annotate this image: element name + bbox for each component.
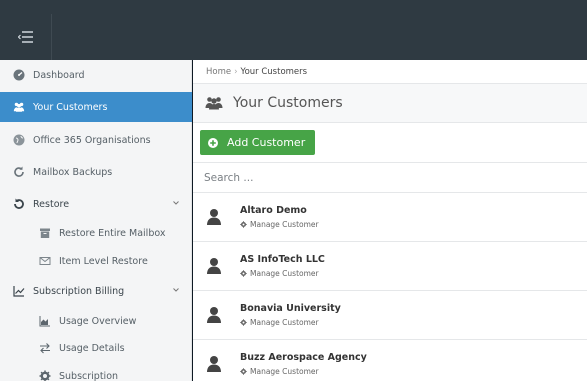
sidebar-item-dashboard[interactable]: Dashboard <box>0 60 192 90</box>
menu-collapse-icon[interactable] <box>0 14 52 60</box>
customer-row[interactable]: AS InfoTech LLC Manage Customer <box>193 242 587 291</box>
archive-icon <box>39 227 51 239</box>
sidebar-item-label: Restore <box>33 198 70 210</box>
sidebar-item-label: Restore Entire Mailbox <box>59 227 166 239</box>
sidebar-item-restore[interactable]: Restore <box>0 189 192 219</box>
gear-icon <box>39 370 51 381</box>
globe-icon <box>13 134 25 146</box>
sidebar-item-label: Subscription <box>59 370 119 381</box>
exchange-icon <box>39 342 51 354</box>
main-content: Home › Your Customers Your Customers Add C… <box>193 60 587 381</box>
manage-customer-link[interactable]: Manage Customer <box>240 318 319 327</box>
manage-customer-label: Manage Customer <box>250 318 319 327</box>
breadcrumb-home[interactable]: Home <box>206 67 231 77</box>
customer-row[interactable]: Altaro Demo Manage Customer <box>193 193 587 242</box>
sidebar-item-usage-details[interactable]: Usage Details <box>0 333 192 363</box>
customer-name[interactable]: Buzz Aerospace Agency <box>240 352 367 363</box>
gear-icon <box>240 270 247 277</box>
sidebar-item-office-365[interactable]: Office 365 Organisations <box>0 125 192 155</box>
add-customer-label: Add Customer <box>227 136 306 149</box>
sidebar-item-mailbox-backups[interactable]: Mailbox Backups <box>0 157 192 187</box>
breadcrumb-current: Your Customers <box>240 67 308 77</box>
action-bar: Add Customer <box>193 123 587 163</box>
customer-name[interactable]: AS InfoTech LLC <box>240 254 325 265</box>
sidebar-item-item-level-restore[interactable]: Item Level Restore <box>0 246 192 276</box>
search-row <box>193 163 587 193</box>
manage-customer-label: Manage Customer <box>250 269 319 278</box>
manage-customer-link[interactable]: Manage Customer <box>240 367 319 376</box>
manage-customer-label: Manage Customer <box>250 220 319 229</box>
users-icon <box>13 101 25 113</box>
undo-icon <box>13 198 25 210</box>
line-chart-icon <box>13 285 25 297</box>
user-icon <box>207 209 221 225</box>
chevron-down-icon <box>173 288 179 292</box>
area-chart-icon <box>39 315 51 327</box>
breadcrumb-separator: › <box>234 67 238 77</box>
sidebar-item-label: Usage Details <box>59 342 125 354</box>
manage-customer-label: Manage Customer <box>250 367 319 376</box>
plus-circle-icon <box>208 137 218 148</box>
customer-row[interactable]: Buzz Aerospace Agency Manage Customer <box>193 340 587 381</box>
sidebar-item-label: Mailbox Backups <box>33 166 113 178</box>
customer-name[interactable]: Bonavia University <box>240 303 341 314</box>
chevron-down-icon <box>173 201 179 205</box>
users-icon <box>205 97 223 110</box>
breadcrumb: Home › Your Customers <box>193 60 587 84</box>
customer-name[interactable]: Altaro Demo <box>240 205 307 216</box>
page-title: Your Customers <box>233 95 343 111</box>
sidebar-item-label: Your Customers <box>33 101 108 113</box>
refresh-icon <box>13 166 25 178</box>
gear-icon <box>240 221 247 228</box>
top-bar <box>0 0 587 60</box>
manage-customer-link[interactable]: Manage Customer <box>240 269 319 278</box>
dashboard-icon <box>13 69 25 81</box>
gear-icon <box>240 368 247 375</box>
envelope-icon <box>39 255 51 267</box>
sidebar-item-label: Usage Overview <box>59 315 137 327</box>
sidebar-item-restore-entire-mailbox[interactable]: Restore Entire Mailbox <box>0 218 192 248</box>
sidebar-item-usage-overview[interactable]: Usage Overview <box>0 306 192 336</box>
sidebar-item-label: Item Level Restore <box>59 255 148 267</box>
customer-row[interactable]: Bonavia University Manage Customer <box>193 291 587 340</box>
user-icon <box>207 307 221 323</box>
gear-icon <box>240 319 247 326</box>
sidebar-item-label: Subscription Billing <box>33 285 125 297</box>
sidebar-item-label: Dashboard <box>33 69 85 81</box>
sidebar-item-subscription[interactable]: Subscription <box>0 361 192 381</box>
user-icon <box>207 356 221 372</box>
search-input[interactable] <box>204 170 574 186</box>
sidebar: Dashboard Your Customers Office 365 Orga… <box>0 60 192 381</box>
add-customer-button[interactable]: Add Customer <box>200 130 315 155</box>
sidebar-item-your-customers[interactable]: Your Customers <box>0 92 192 122</box>
page-header: Your Customers <box>193 84 587 123</box>
sidebar-item-subscription-billing[interactable]: Subscription Billing <box>0 276 192 306</box>
sidebar-item-label: Office 365 Organisations <box>33 134 151 146</box>
manage-customer-link[interactable]: Manage Customer <box>240 220 319 229</box>
user-icon <box>207 258 221 274</box>
